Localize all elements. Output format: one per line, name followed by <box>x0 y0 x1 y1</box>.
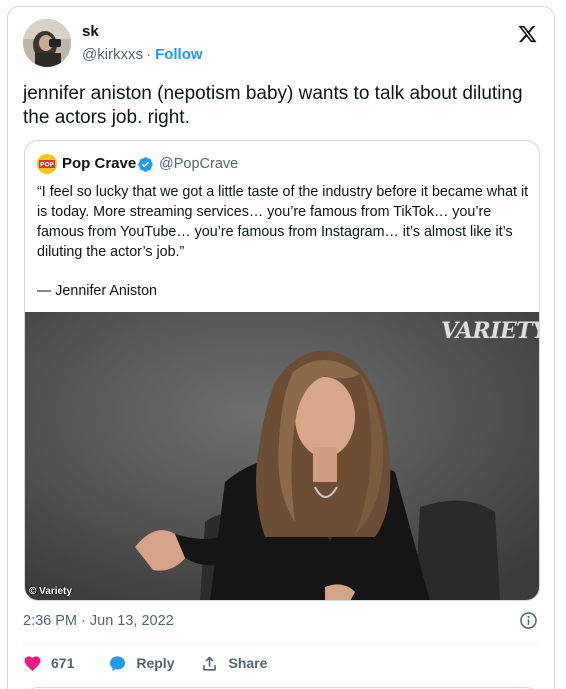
variety-watermark: VARIETY <box>441 318 539 344</box>
share-label: Share <box>228 655 268 671</box>
reply-bubble-icon <box>110 655 126 671</box>
author-handle[interactable]: @kirkxxs <box>82 46 143 63</box>
follow-button[interactable]: Follow <box>155 46 203 63</box>
quote-author-name[interactable]: Pop Crave <box>62 155 136 172</box>
x-logo-icon[interactable] <box>517 24 538 44</box>
author-meta: @kirkxxs · Follow <box>82 46 203 63</box>
verified-badge-icon <box>138 157 153 172</box>
separator: · <box>146 46 152 63</box>
author-avatar[interactable] <box>23 19 71 67</box>
quote-attribution: — Jennifer Aniston <box>37 283 158 299</box>
media-credit: © Variety <box>29 586 72 597</box>
tweet-timestamp[interactable]: 2:36 PM · Jun 13, 2022 <box>23 613 174 629</box>
quote-text: “I feel so lucky that we got a little ta… <box>37 184 529 260</box>
reply-label: Reply <box>136 655 175 671</box>
like-button[interactable]: 671 <box>23 654 74 673</box>
quote-avatar-text: POP <box>40 162 54 169</box>
quoted-tweet[interactable]: POP Pop Crave @PopCrave “I feel so lucky… <box>24 140 540 601</box>
divider <box>23 644 541 645</box>
tweet-card: sk @kirkxxs · Follow jennifer aniston (nep… <box>7 6 555 689</box>
like-count: 671 <box>51 655 75 671</box>
quote-author-handle[interactable]: @PopCrave <box>159 156 238 172</box>
quote-avatar[interactable]: POP <box>37 154 57 174</box>
reply-button[interactable]: Reply <box>108 654 174 673</box>
heart-icon <box>24 655 41 671</box>
tweet-text: jennifer aniston (nepotism baby) wants t… <box>23 83 523 128</box>
share-icon <box>203 655 217 671</box>
author-name[interactable]: sk <box>82 23 99 40</box>
action-bar: 671 Reply Share <box>23 652 267 674</box>
share-button[interactable]: Share <box>200 654 267 673</box>
quote-media-image[interactable]: VARIETY © Variety <box>25 312 539 600</box>
info-icon[interactable] <box>519 611 538 630</box>
